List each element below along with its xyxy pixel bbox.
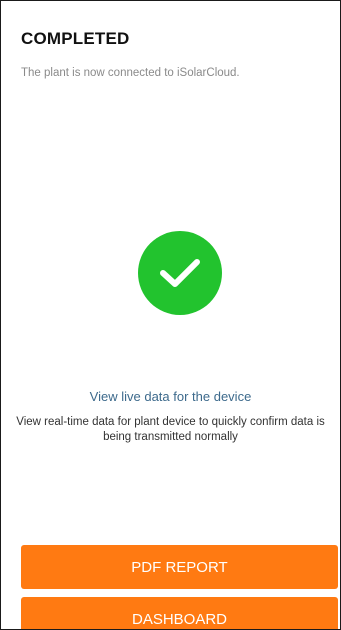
dashboard-button[interactable]: DASHBOARD (21, 597, 338, 629)
app-screen: COMPLETED The plant is now connected to … (0, 0, 341, 630)
page-title: COMPLETED (21, 29, 130, 48)
success-check-icon (138, 231, 222, 315)
checkmark-icon (160, 259, 200, 287)
view-live-data-link[interactable]: View live data for the device (1, 389, 340, 404)
live-data-description: View real-time data for plant device to … (16, 416, 325, 443)
pdf-report-button[interactable]: PDF REPORT (21, 545, 338, 589)
connection-subtitle: The plant is now connected to iSolarClou… (21, 67, 240, 79)
